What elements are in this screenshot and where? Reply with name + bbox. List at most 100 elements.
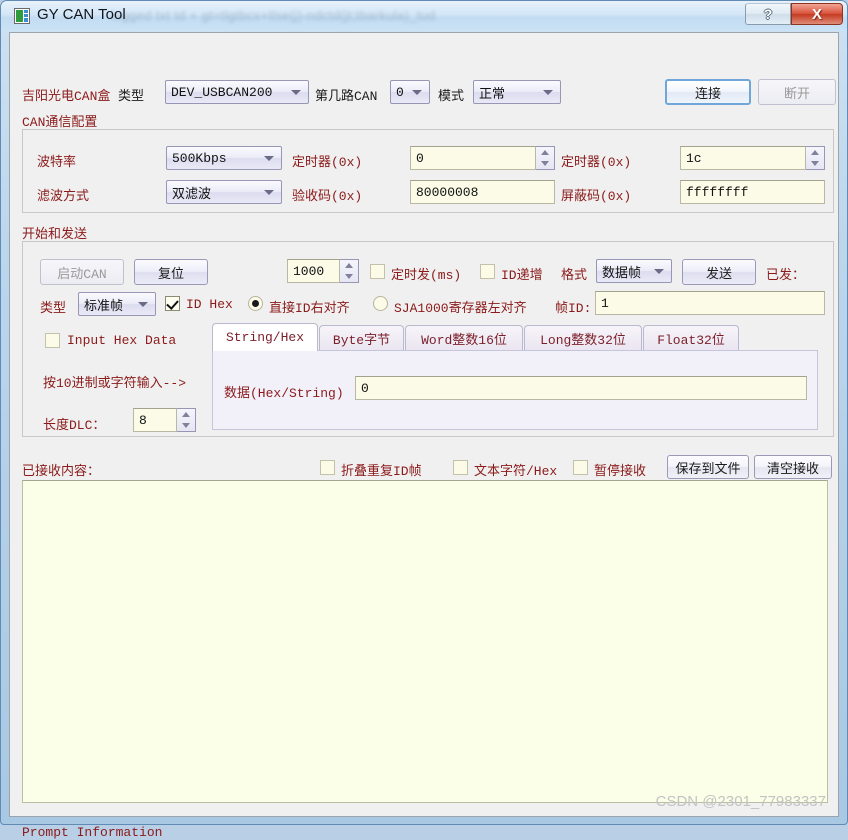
data-input[interactable]: 0 (355, 376, 807, 400)
tab-long32[interactable]: Long整数32位 (524, 325, 642, 351)
send-button[interactable]: 发送 (682, 259, 756, 285)
text-hex-checkbox[interactable] (453, 460, 468, 475)
pause-receive-label: 暂停接收 (594, 464, 647, 479)
stepper-up-icon[interactable] (345, 263, 353, 268)
mask-code-label: 屏蔽码(0x) (561, 189, 632, 204)
help-button[interactable]: ? (745, 3, 791, 25)
filter-mode-label: 滤波方式 (37, 189, 90, 204)
app-window: logged txt td + gt=tlgtbcx+tlse(j)-ndctd… (0, 0, 848, 840)
fold-repeat-id-label: 折叠重复ID帧 (341, 464, 422, 479)
question-mark-icon: ? (763, 6, 773, 22)
dlc-input[interactable]: 8 (133, 408, 177, 432)
stepper-up-icon[interactable] (182, 412, 190, 417)
status-prompt: Prompt Information (22, 825, 163, 840)
data-field-label: 数据(Hex/String) (224, 386, 344, 401)
stepper-down-icon[interactable] (541, 161, 549, 166)
timer1-stepper[interactable] (806, 146, 825, 170)
align-right-radio[interactable] (248, 296, 263, 311)
receive-textarea[interactable] (22, 480, 828, 803)
chevron-down-icon (543, 90, 553, 95)
timer0-stepper[interactable] (536, 146, 555, 170)
mask-code-input[interactable]: ffffffff (680, 180, 825, 204)
connect-label: 连接 (694, 86, 721, 102)
send-label: 发送 (705, 266, 732, 282)
chevron-down-icon (138, 302, 148, 307)
id-hex-checkbox[interactable] (165, 296, 180, 311)
baudrate-select[interactable]: 500Kbps (166, 146, 282, 170)
ghost-text: logged txt td + gt=tlgtbcx+tlse(j)-ndctd… (111, 8, 436, 23)
fold-repeat-id-checkbox[interactable] (320, 460, 335, 475)
id-increment-checkbox[interactable] (480, 264, 495, 279)
app-icon (14, 8, 30, 24)
stepper-up-icon[interactable] (811, 150, 819, 155)
data-value: 0 (361, 380, 369, 396)
clear-receive-button[interactable]: 清空接收 (754, 455, 832, 479)
send-interval-stepper[interactable] (340, 259, 359, 283)
connect-button[interactable]: 连接 (665, 79, 751, 105)
send-interval-input[interactable]: 1000 (287, 259, 340, 283)
input-hex-data-checkbox[interactable] (45, 333, 60, 348)
close-button[interactable]: X (791, 3, 843, 25)
close-icon: X (811, 5, 822, 23)
chevron-down-icon (654, 269, 664, 274)
timer1-input[interactable]: 1c (680, 146, 806, 170)
can-config-group-title: CAN通信配置 (22, 115, 98, 130)
timed-send-checkbox[interactable] (370, 264, 385, 279)
tab-label: String/Hex (225, 330, 304, 345)
disconnect-button: 断开 (758, 79, 836, 105)
mode-value: 正常 (479, 86, 506, 102)
chevron-down-icon (264, 156, 274, 161)
format-label: 格式 (561, 268, 588, 283)
timer0-label: 定时器(0x) (292, 155, 363, 170)
id-increment-label: ID递增 (501, 268, 543, 283)
mode-select[interactable]: 正常 (473, 80, 561, 104)
baudrate-label: 波特率 (37, 155, 77, 170)
channel-select[interactable]: 0 (390, 80, 430, 104)
channel-value: 0 (396, 84, 404, 100)
align-left-radio[interactable] (373, 296, 388, 311)
receive-content (23, 481, 827, 489)
mask-code-value: ffffffff (686, 184, 749, 200)
receive-title: 已接收内容： (22, 464, 101, 479)
save-to-file-label: 保存到文件 (675, 461, 741, 477)
tab-word16[interactable]: Word整数16位 (405, 325, 523, 351)
format-value: 数据帧 (602, 265, 642, 281)
frame-type-label: 类型 (40, 301, 67, 316)
timer0-input[interactable]: 0 (410, 146, 536, 170)
input-hex-data-label: Input Hex Data (67, 333, 177, 348)
start-can-button: 启动CAN (40, 259, 124, 285)
chevron-down-icon (291, 90, 301, 95)
filter-mode-select[interactable]: 双滤波 (166, 180, 282, 204)
save-to-file-button[interactable]: 保存到文件 (667, 455, 749, 479)
tab-string-hex[interactable]: String/Hex (212, 323, 318, 351)
reset-button[interactable]: 复位 (134, 259, 208, 285)
frame-id-input[interactable]: 1 (595, 291, 825, 315)
format-select[interactable]: 数据帧 (596, 259, 672, 283)
stepper-down-icon[interactable] (345, 274, 353, 279)
filter-mode-value: 双滤波 (172, 186, 212, 202)
tab-panel-string-hex: 数据(Hex/String) 0 (212, 350, 818, 430)
tab-label: Byte字节 (332, 333, 391, 348)
stepper-up-icon[interactable] (541, 150, 549, 155)
baudrate-value: 500Kbps (172, 150, 227, 166)
tab-byte[interactable]: Byte字节 (319, 325, 404, 351)
frame-id-label: 帧ID: (555, 301, 592, 316)
acceptance-code-input[interactable]: 80000008 (410, 180, 555, 204)
acceptance-code-label: 验收码(0x) (292, 189, 363, 204)
pause-receive-checkbox[interactable] (573, 460, 588, 475)
tab-float32[interactable]: Float32位 (643, 325, 739, 351)
tab-label: Word整数16位 (421, 333, 507, 348)
chevron-down-icon (412, 90, 422, 95)
dlc-stepper[interactable] (177, 408, 196, 432)
device-type-select[interactable]: DEV_USBCAN200 (165, 80, 309, 104)
decimal-input-hint: 按10进制或字符输入--> (43, 376, 187, 391)
mode-label: 模式 (438, 89, 465, 104)
stepper-down-icon[interactable] (182, 423, 190, 428)
brand-label: 吉阳光电CAN盒 (22, 89, 111, 104)
title-bar: logged txt td + gt=tlgtbcx+tlse(j)-ndctd… (1, 1, 847, 31)
frame-type-select[interactable]: 标准帧 (78, 292, 156, 316)
align-right-label: 直接ID右对齐 (269, 301, 350, 316)
device-type-label: 类型 (118, 89, 145, 104)
tab-label: Long整数32位 (540, 333, 626, 348)
stepper-down-icon[interactable] (811, 161, 819, 166)
